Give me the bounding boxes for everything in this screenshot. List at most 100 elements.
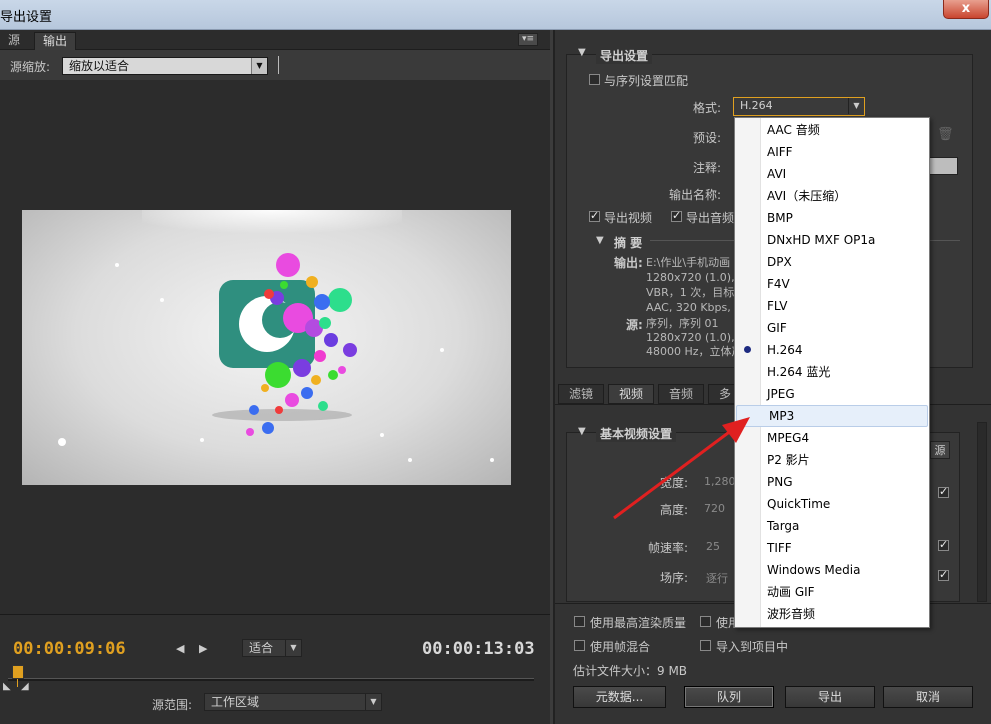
format-menu-item-label: JPEG (767, 387, 795, 401)
mark-in-icon[interactable]: ◀ (176, 642, 184, 655)
cancel-button[interactable]: 取消 (883, 686, 973, 708)
width-checkbox[interactable] (938, 485, 949, 498)
format-menu-item-label: GIF (767, 321, 787, 335)
format-menu-item[interactable]: H.264 蓝光 (735, 361, 929, 383)
format-menu-item[interactable]: TIFF (735, 537, 929, 559)
format-menu-item[interactable]: AVI（未压缩） (735, 185, 929, 207)
fit-value: 适合 (249, 641, 274, 655)
timeline-bar: 00:00:09:06 ◀ ▶ 适合 ▼ 00:00:13:03 ◣ ◢ 源范围… (0, 614, 550, 724)
playhead-line (17, 679, 18, 687)
preview-artwork (58, 210, 494, 462)
tab-source[interactable]: 源 (0, 32, 28, 50)
out-point-icon[interactable]: ◢ (21, 681, 29, 692)
output-name-label: 输出名称: (669, 188, 722, 202)
export-video-checkbox[interactable] (589, 209, 600, 222)
export-button[interactable]: 导出 (785, 686, 875, 708)
source-match-button[interactable]: 源 (930, 441, 950, 459)
summary-output-line: E:\作业\手机动画 (646, 256, 731, 269)
format-menu-item[interactable]: Targa (735, 515, 929, 537)
close-button[interactable]: x (943, 0, 989, 19)
field-order-checkbox[interactable] (938, 568, 949, 581)
radio-dot-icon (744, 346, 751, 353)
format-menu-item-label: DPX (767, 255, 792, 269)
format-dropdown[interactable]: H.264 ▼ (733, 97, 865, 116)
preview-frame (22, 210, 511, 485)
max-quality-checkbox[interactable] (574, 616, 585, 627)
format-menu: AAC 音频 AIFF AVI AVI（未压缩） BMP DNxHD MXF OP1a DP… (734, 117, 930, 628)
format-menu-item[interactable]: FLV (735, 295, 929, 317)
collapse-triangle-icon[interactable]: ▼ (578, 47, 586, 58)
collapse-triangle-icon[interactable]: ▼ (578, 426, 586, 437)
format-menu-item[interactable]: AAC 音频 (735, 119, 929, 141)
import-project-label: 导入到项目中 (716, 640, 789, 654)
metadata-button[interactable]: 元数据... (573, 686, 666, 708)
in-point-icon[interactable]: ◣ (3, 681, 11, 692)
match-sequence-checkbox[interactable] (589, 74, 600, 85)
tab-filters[interactable]: 滤镜 (558, 384, 605, 404)
format-menu-item[interactable]: Windows Media (735, 559, 929, 581)
tab-filters-label: 滤镜 (569, 387, 594, 401)
timeline-track[interactable] (8, 678, 534, 681)
chevron-down-icon: ▼ (848, 98, 864, 114)
format-menu-item-label: QuickTime (767, 497, 831, 511)
frame-blend-checkbox[interactable] (574, 640, 585, 651)
tab-video[interactable]: 视频 (608, 384, 655, 404)
format-menu-item-label: AIFF (767, 145, 793, 159)
chevron-down-icon: ▼ (251, 58, 267, 74)
fps-value[interactable]: 25 (706, 540, 720, 553)
source-range-dropdown[interactable]: 工作区域 ▼ (204, 693, 382, 711)
summary-source-label: 源: (626, 318, 643, 332)
format-menu-item-label: PNG (767, 475, 793, 489)
duration-timecode: 00:00:13:03 (422, 639, 535, 659)
file-size-label: 估计文件大小：9 MB (573, 664, 688, 678)
use-preview-checkbox[interactable] (700, 616, 711, 627)
source-range-label: 源范围: (152, 698, 193, 712)
format-menu-item[interactable]: PNG (735, 471, 929, 493)
import-project-checkbox[interactable] (700, 640, 711, 651)
chevron-down-icon: ▼ (365, 694, 381, 710)
scrollbar[interactable] (977, 422, 987, 602)
format-menu-item[interactable]: MPEG4 (735, 427, 929, 449)
format-menu-item[interactable]: DNxHD MXF OP1a (735, 229, 929, 251)
summary-title: 摘 要 (614, 236, 643, 250)
format-label: 格式: (693, 101, 722, 115)
queue-button[interactable]: 队列 (684, 686, 774, 708)
fit-dropdown[interactable]: 适合 ▼ (242, 639, 302, 657)
format-menu-item[interactable]: H.264 (735, 339, 929, 361)
format-menu-item[interactable]: AIFF (735, 141, 929, 163)
max-quality-label: 使用最高渲染质量 (590, 616, 687, 630)
tab-video-label: 视频 (619, 387, 644, 401)
tab-multiplex-label: 多 (719, 387, 732, 401)
tab-audio[interactable]: 音频 (658, 384, 705, 404)
format-menu-item[interactable]: QuickTime (735, 493, 929, 515)
source-zoom-dropdown[interactable]: 缩放以适合 ▼ (62, 57, 268, 75)
summary-source-line: 48000 Hz，立体声 (646, 345, 743, 358)
format-menu-item[interactable]: AVI (735, 163, 929, 185)
panel-menu-icon[interactable]: ▾≡ (518, 33, 538, 46)
fps-checkbox[interactable] (938, 538, 949, 551)
format-menu-item[interactable]: GIF (735, 317, 929, 339)
format-menu-item[interactable]: DPX (735, 251, 929, 273)
summary-triangle-icon[interactable]: ▼ (596, 235, 604, 246)
mark-out-icon[interactable]: ▶ (199, 642, 207, 655)
fps-label: 帧速率: (648, 541, 689, 555)
current-timecode[interactable]: 00:00:09:06 (13, 639, 126, 659)
format-menu-item[interactable]: 波形音频 (735, 603, 929, 625)
chevron-down-icon: ▼ (285, 640, 301, 656)
tab-output[interactable]: 输出 (34, 32, 77, 50)
format-menu-item[interactable]: 动画 GIF (735, 581, 929, 603)
playhead-handle[interactable] (12, 665, 24, 679)
format-menu-item[interactable]: F4V (735, 273, 929, 295)
field-order-label: 场序: (660, 571, 689, 585)
format-menu-item[interactable]: P2 影片 (735, 449, 929, 471)
format-menu-item[interactable]: BMP (735, 207, 929, 229)
field-order-value[interactable]: 逐行 (706, 570, 728, 586)
format-menu-item-label: TIFF (767, 541, 792, 555)
comment-field[interactable] (928, 157, 958, 175)
zoom-row: 源缩放: 缩放以适合 ▼ (0, 50, 550, 80)
trash-icon[interactable]: 🗑 (937, 127, 954, 142)
format-menu-item[interactable]: MP3 (736, 405, 928, 427)
export-audio-checkbox[interactable] (671, 209, 682, 222)
format-menu-item[interactable]: JPEG (735, 383, 929, 405)
left-tab-bar: 源 输出 ▾≡ (0, 30, 550, 50)
